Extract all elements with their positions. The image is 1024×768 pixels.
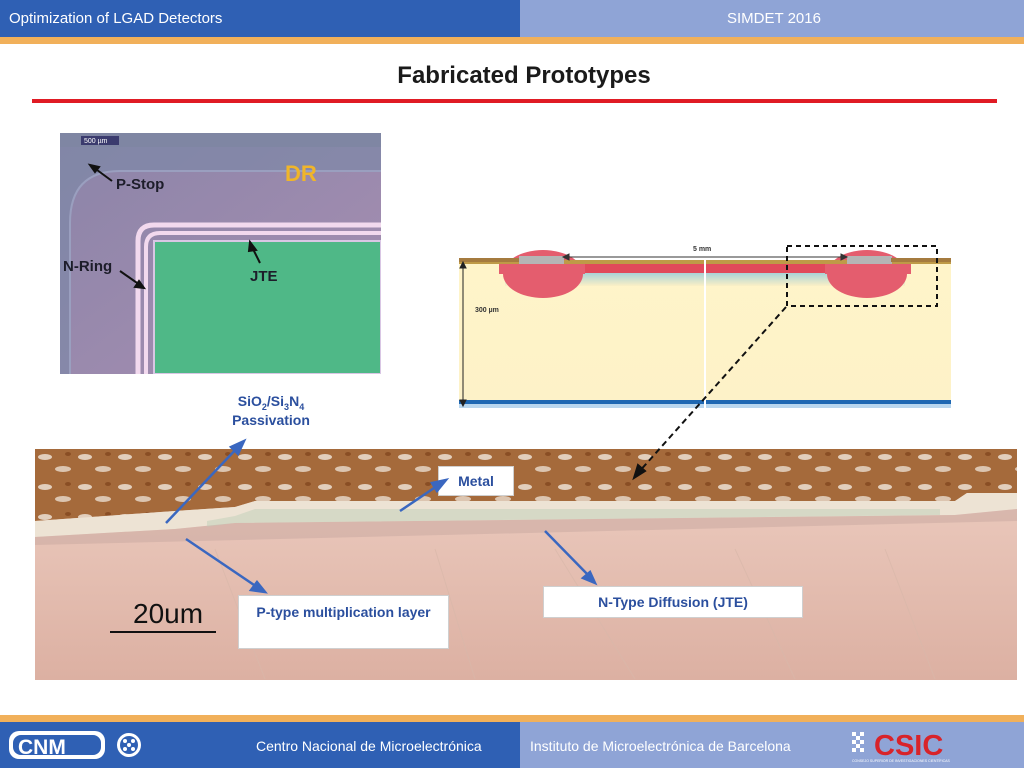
footer-imb-text: Instituto de Microelectrónica de Barcelo… <box>530 738 791 754</box>
csic-logo-text: CSIC <box>874 730 943 762</box>
footer-accent-bar <box>0 715 1024 722</box>
footer-cnm-text: Centro Nacional de Microelectrónica <box>256 738 482 754</box>
p-type-arrow <box>185 537 261 591</box>
zoom-pointer-arrow <box>632 306 787 481</box>
cnm-logo: CNM <box>9 731 141 759</box>
csic-emblem-icon <box>852 732 864 752</box>
csic-logo-subtext: CONSEJO SUPERIOR DE INVESTIGACIONES CIEN… <box>852 759 950 763</box>
n-type-arrow <box>544 530 592 579</box>
annotation-arrows <box>165 306 787 594</box>
passivation-arrow <box>165 444 241 524</box>
cnm-logo-text: CNM <box>18 736 66 759</box>
csic-logo: CSIC CONSEJO SUPERIOR DE INVESTIGACIONES… <box>852 730 950 763</box>
